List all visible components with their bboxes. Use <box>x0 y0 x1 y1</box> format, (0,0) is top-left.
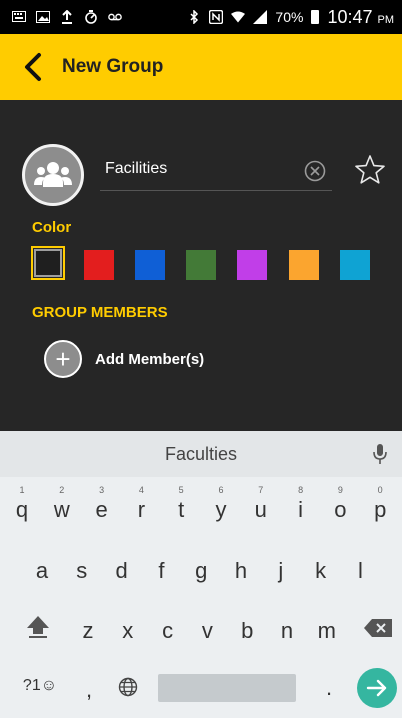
key-q[interactable]: 1q <box>4 485 40 523</box>
comma-key[interactable]: , <box>71 677 107 703</box>
nfc-icon <box>209 10 224 24</box>
key-n[interactable]: n <box>269 618 305 644</box>
backspace-key[interactable] <box>360 617 396 643</box>
key-r[interactable]: 4r <box>123 485 159 523</box>
shift-key[interactable] <box>20 614 56 644</box>
key-hint: 4 <box>138 485 144 495</box>
key-k[interactable]: k <box>303 558 339 584</box>
key-g[interactable]: g <box>183 558 219 584</box>
key-hint: 8 <box>298 485 304 495</box>
bluetooth-icon <box>187 10 201 24</box>
key-f[interactable]: f <box>143 558 179 584</box>
space-key[interactable] <box>158 674 296 702</box>
upload-icon <box>60 10 74 24</box>
key-hint: 9 <box>337 485 343 495</box>
color-swatch-green[interactable] <box>186 250 216 280</box>
key-hint: 7 <box>258 485 264 495</box>
key-m[interactable]: m <box>309 618 345 644</box>
microphone-icon[interactable] <box>372 443 388 465</box>
color-swatch-red[interactable] <box>84 250 114 280</box>
key-b[interactable]: b <box>229 618 265 644</box>
add-member-label[interactable]: Add Member(s) <box>95 351 204 368</box>
group-avatar-icon[interactable] <box>22 144 84 206</box>
key-d[interactable]: d <box>104 558 140 584</box>
key-hint: 3 <box>99 485 105 495</box>
color-swatch-black[interactable] <box>31 246 65 280</box>
key-hint: 0 <box>377 485 383 495</box>
group-members-label: GROUP MEMBERS <box>32 304 168 321</box>
key-hint: 5 <box>178 485 184 495</box>
color-swatch-purple[interactable] <box>237 250 267 280</box>
voicemail-icon <box>108 10 122 24</box>
key-y[interactable]: 6y <box>203 485 239 523</box>
key-hint: 1 <box>19 485 25 495</box>
suggestion-bar: Faculties <box>0 431 402 477</box>
symbols-key[interactable]: ?1☺ <box>18 677 62 695</box>
key-v[interactable]: v <box>189 618 225 644</box>
key-h[interactable]: h <box>223 558 259 584</box>
clear-icon[interactable] <box>304 160 326 182</box>
key-u[interactable]: 7u <box>243 485 279 523</box>
key-w[interactable]: 2w <box>44 485 80 523</box>
wifi-icon <box>231 10 246 24</box>
keyboard-icon <box>12 10 26 24</box>
favorite-star-icon[interactable] <box>354 154 386 186</box>
status-bar: 70% 10:47 PM <box>0 0 402 34</box>
key-p[interactable]: 0p <box>362 485 398 523</box>
group-name-field <box>100 156 332 191</box>
key-t[interactable]: 5t <box>163 485 199 523</box>
app-bar: New Group <box>0 34 402 100</box>
add-member-icon[interactable]: + <box>44 340 82 378</box>
battery-percent: 70% <box>275 9 304 25</box>
key-o[interactable]: 9o <box>322 485 358 523</box>
key-x[interactable]: x <box>110 618 146 644</box>
key-hint: 6 <box>218 485 224 495</box>
group-name-input[interactable] <box>105 160 295 178</box>
clock: 10:47 PM <box>327 6 394 27</box>
color-swatch-cyan[interactable] <box>340 250 370 280</box>
key-a[interactable]: a <box>24 558 60 584</box>
period-key[interactable]: . <box>311 675 347 701</box>
page-title: New Group <box>62 56 164 77</box>
globe-icon[interactable] <box>110 677 146 703</box>
suggestion-word[interactable]: Faculties <box>0 444 402 465</box>
key-hint: 2 <box>59 485 65 495</box>
signal-icon <box>253 10 268 24</box>
color-swatch-orange[interactable] <box>289 250 319 280</box>
timer-icon <box>84 10 98 24</box>
soft-keyboard: Faculties 1q2w3e4r5t6y7u8i9o0p asdfghjkl… <box>0 431 402 718</box>
key-e[interactable]: 3e <box>84 485 120 523</box>
color-label: Color <box>32 219 72 236</box>
enter-arrow-icon[interactable] <box>357 668 397 708</box>
back-arrow-icon[interactable] <box>22 52 52 82</box>
color-swatch-blue[interactable] <box>135 250 165 280</box>
battery-icon <box>311 10 320 24</box>
key-c[interactable]: c <box>150 618 186 644</box>
key-z[interactable]: z <box>70 618 106 644</box>
key-s[interactable]: s <box>64 558 100 584</box>
key-l[interactable]: l <box>342 558 378 584</box>
group-form: Color GROUP MEMBERS + Add Member(s) <box>0 100 402 431</box>
key-i[interactable]: 8i <box>283 485 319 523</box>
key-j[interactable]: j <box>263 558 299 584</box>
image-icon <box>36 10 50 24</box>
